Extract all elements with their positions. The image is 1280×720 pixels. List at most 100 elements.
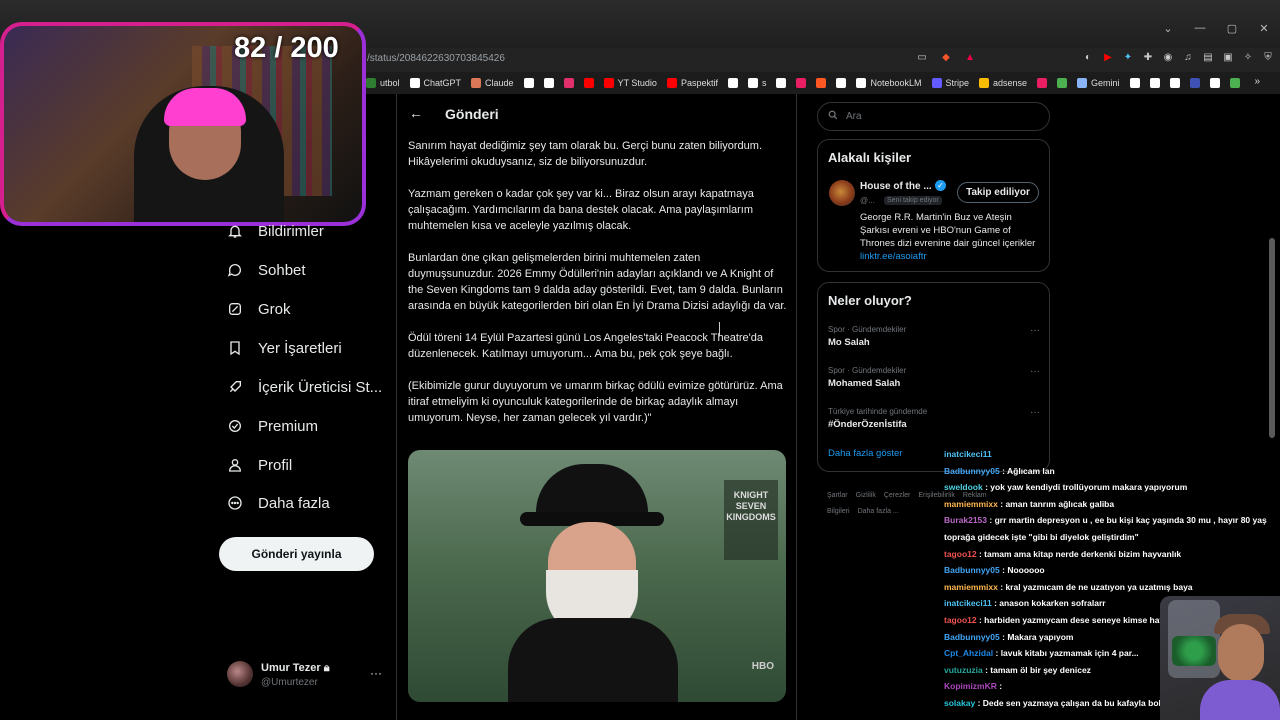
tab-list-icon[interactable]: ⌄ [1152,22,1184,35]
bookmark-item[interactable] [583,78,594,88]
bookmark-item[interactable] [1209,78,1220,88]
sidebar-icon[interactable]: ▤ [1202,52,1214,64]
ellipsis-icon[interactable]: ··· [1030,325,1040,336]
chat-username[interactable]: inatcikeci11 [944,449,992,459]
post-image[interactable]: KNIGHT SEVEN KINGDOMS HBO [408,450,786,702]
nav-item-profile[interactable]: Profil [226,456,292,474]
extension-icon-1[interactable]: ◐ [1082,52,1094,64]
chat-text: : Makara yapıyom [1002,631,1074,642]
chat-username[interactable]: KopimizmKR [944,681,997,691]
bookmark-item[interactable] [1037,78,1048,88]
chat-username[interactable]: Burak2153 [944,515,987,525]
bookmark-item[interactable] [563,78,574,88]
bookmark-favicon-icon [543,78,554,88]
url-text[interactable]: /status/2084622630703845426 [367,53,505,64]
nav-item-notifications[interactable]: Bildirimler [226,222,324,240]
trend-item[interactable]: Spor · Gündemdekiler Mo Salah ··· [828,325,1040,348]
bookmark-item[interactable] [1169,78,1180,88]
back-arrow-icon[interactable]: ← [409,105,423,121]
bookmark-item[interactable] [523,78,534,88]
post-button[interactable]: Gönderi yayınla [219,537,374,571]
bookmark-item[interactable]: Paspektif [666,78,718,88]
footer-link[interactable]: Gizlilik [856,492,876,499]
chat-username[interactable]: vutuzuzia [944,665,983,675]
bookmark-item[interactable] [836,78,847,88]
cast-icon[interactable]: ▭ [916,52,928,64]
bookmark-item[interactable] [816,78,827,88]
nav-item-more[interactable]: Daha fazla [226,494,330,512]
nav-item-grok[interactable]: Grok [226,300,291,318]
puzzle-icon[interactable]: ✚ [1142,52,1154,64]
music-icon[interactable]: ♫ [1182,52,1194,64]
trend-item[interactable]: Türkiye tarihinde gündemde #ÖnderÖzenİst… [828,407,1040,430]
youtube-ext-icon[interactable]: ▶ [1102,52,1114,64]
bookmark-item[interactable] [1189,78,1200,88]
bookmark-item[interactable] [1129,78,1140,88]
chat-username[interactable]: Badbunnyy05 [944,632,1000,642]
brave-rewards-icon[interactable]: ▲ [964,52,976,64]
bookmark-item[interactable] [1057,78,1068,88]
chat-username[interactable]: tagoo12 [944,615,977,625]
avatar[interactable] [829,180,855,206]
ellipsis-icon[interactable]: ··· [1030,366,1040,377]
extension-icon-3[interactable]: ◉ [1162,52,1174,64]
bookmark-item[interactable]: Claude [471,78,514,88]
bookmark-item[interactable]: s [747,78,766,88]
chat-username[interactable]: inatcikeci11 [944,598,992,608]
profile-name[interactable]: House of the ... [860,181,932,192]
show-more-link[interactable]: Daha fazla göster [828,448,902,459]
brave-shield-icon[interactable]: ◆ [940,52,952,64]
footer-link[interactable]: Çerezler [884,492,910,499]
bookmark-item[interactable]: ChatGPT [409,78,461,88]
close-button[interactable]: ✕ [1248,22,1280,35]
bookmark-favicon-icon [836,78,847,88]
bookmark-favicon-icon [1129,78,1140,88]
ellipsis-icon[interactable]: ··· [1030,407,1040,418]
bookmark-item[interactable]: YT Studio [603,78,657,88]
maximize-button[interactable]: ▢ [1216,22,1248,35]
chat-username[interactable]: tagoo12 [944,549,977,559]
vpn-icon[interactable]: ⛨ [1262,52,1274,64]
trend-item[interactable]: Spor · Gündemdekiler Mohamed Salah ··· [828,366,1040,389]
footer-link[interactable]: Daha fazla ... [858,508,899,515]
minimize-button[interactable]: — [1184,22,1216,35]
leo-icon[interactable]: ✧ [1242,52,1254,64]
bookmark-item[interactable]: NotebookLM [856,78,922,88]
nav-item-premium[interactable]: Premium [226,417,318,435]
goal-counter: 82 / 200 [234,32,339,64]
chat-text: : grr martin depresyon u , ee bu kişi ka… [989,515,1267,526]
extension-icon-2[interactable]: ✦ [1122,52,1134,64]
chat-username[interactable]: sweldook [944,482,983,492]
bookmark-label: adsense [993,78,1028,88]
bookmark-item[interactable] [776,78,787,88]
nav-item-creator-studio[interactable]: İçerik Üreticisi St... [226,378,382,396]
bookmark-item[interactable] [543,78,554,88]
chat-username[interactable]: mamiemmixx [944,499,998,509]
nav-label: Grok [258,300,291,318]
bookmark-item[interactable]: Gemini [1077,78,1120,88]
nav-item-chat[interactable]: Sohbet [226,261,306,279]
wallet-icon[interactable]: ▣ [1222,52,1234,64]
bookmark-item[interactable] [1149,78,1160,88]
chat-username[interactable]: Badbunnyy05 [944,466,1000,476]
footer-link[interactable]: Şartlar [827,492,848,499]
bookmark-item[interactable]: Stripe [931,78,969,88]
search-input[interactable]: Ara [817,102,1050,131]
bookmark-item[interactable]: utbol [366,78,400,88]
nav-item-bookmarks[interactable]: Yer İşaretleri [226,339,342,357]
chat-username[interactable]: solakay [944,698,975,708]
trend-name: Mo Salah [828,337,870,348]
bio-link[interactable]: linktr.ee/asoiaftr [860,251,927,262]
following-button[interactable]: Takip ediliyor [957,182,1039,203]
ellipsis-icon[interactable]: ··· [370,666,382,680]
chat-username[interactable]: Cpt_Ahzidal [944,648,993,658]
chat-username[interactable]: mamiemmixx [944,582,998,592]
bookmark-item[interactable] [1229,78,1240,88]
account-switcher[interactable]: Umur Tezer 🔒︎ @Umurtezer ··· [227,660,387,690]
chevron-double-right-icon[interactable]: » [1254,76,1260,87]
scrollbar[interactable] [1269,238,1275,438]
bookmark-item[interactable] [727,78,738,88]
chat-username[interactable]: Badbunnyy05 [944,565,1000,575]
bookmark-item[interactable] [796,78,807,88]
bookmark-item[interactable]: adsense [979,78,1027,88]
